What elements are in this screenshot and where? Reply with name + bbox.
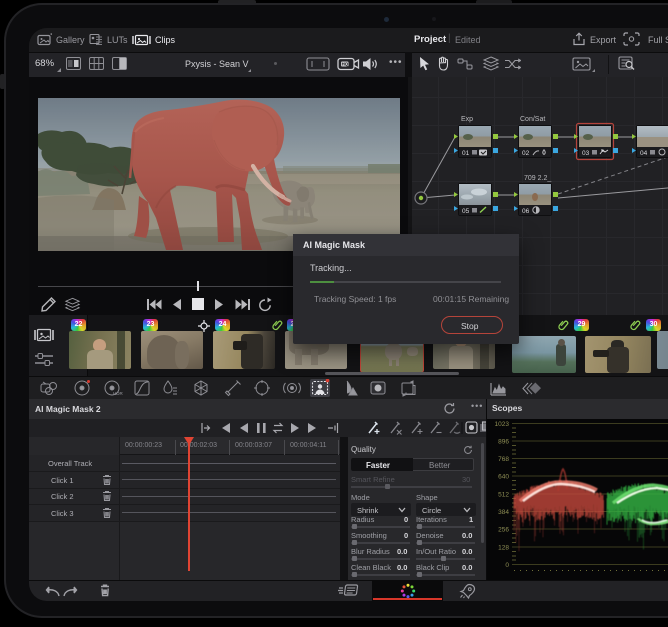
svg-text:768: 768 <box>498 456 509 463</box>
svg-text:03: 03 <box>582 150 590 157</box>
svg-text:02: 02 <box>522 150 530 157</box>
svg-text:HQ: HQ <box>342 62 349 67</box>
svg-text:1023: 1023 <box>495 421 510 428</box>
svg-text:01: 01 <box>462 150 470 157</box>
svg-text:512: 512 <box>498 492 509 499</box>
svg-text:Exp: Exp <box>461 116 473 123</box>
svg-text:0: 0 <box>505 562 509 569</box>
svg-text:06: 06 <box>522 208 530 215</box>
svg-text:05: 05 <box>462 208 470 215</box>
svg-text:384: 384 <box>498 509 509 516</box>
svg-text:256: 256 <box>498 527 509 534</box>
svg-text:896: 896 <box>498 439 509 446</box>
svg-text:128: 128 <box>498 545 509 552</box>
svg-text:04: 04 <box>640 150 648 157</box>
svg-text:Con/Sat: Con/Sat <box>520 116 545 123</box>
svg-text:640: 640 <box>498 474 509 481</box>
svg-text:709 2.2_: 709 2.2_ <box>524 175 551 182</box>
svg-text:HDR: HDR <box>113 391 123 396</box>
